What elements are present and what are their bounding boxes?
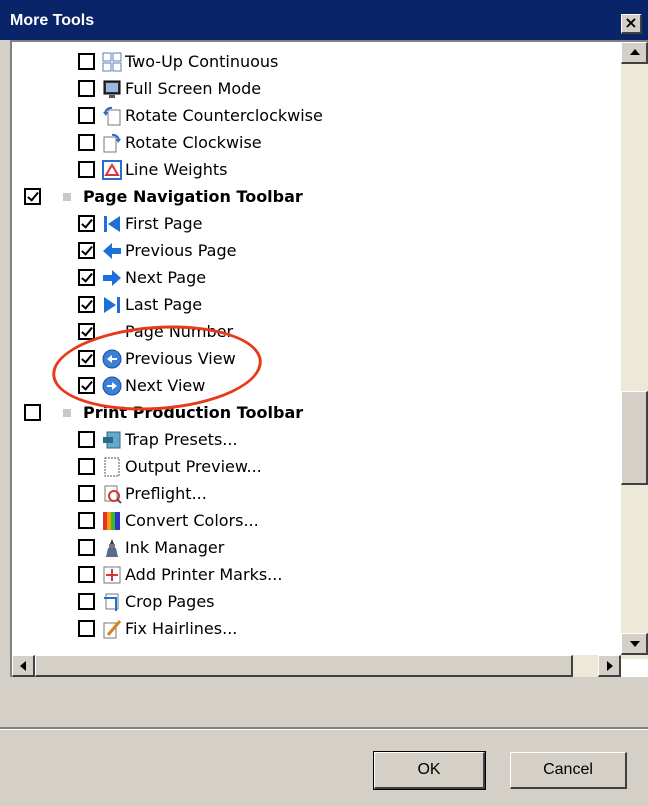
line-weights-icon xyxy=(101,159,123,181)
list-item-label: Fix Hairlines... xyxy=(125,619,238,638)
checkbox[interactable] xyxy=(78,512,95,529)
list-item-label: Previous Page xyxy=(125,241,237,260)
list-item[interactable]: Add Printer Marks... xyxy=(78,561,282,588)
output-preview-icon xyxy=(101,456,123,478)
list-item-label: Rotate Clockwise xyxy=(125,133,262,152)
ink-manager-icon xyxy=(101,537,123,559)
list-item-label: Preflight... xyxy=(125,484,207,503)
list-item[interactable]: Page Navigation Toolbar xyxy=(24,183,303,210)
list-item-label: Crop Pages xyxy=(125,592,215,611)
rotate-cw-icon xyxy=(101,132,123,154)
cancel-button[interactable]: Cancel xyxy=(510,752,627,789)
rotate-ccw-icon xyxy=(101,105,123,127)
bullet-icon xyxy=(63,408,71,417)
checkbox[interactable] xyxy=(78,593,95,610)
checkbox[interactable] xyxy=(78,269,95,286)
list-item[interactable]: Last Page xyxy=(78,291,202,318)
close-button[interactable]: × xyxy=(621,14,642,34)
checkbox[interactable] xyxy=(78,53,95,70)
checkbox[interactable] xyxy=(78,80,95,97)
list-item-label: Full Screen Mode xyxy=(125,79,262,98)
title-bar: More Tools × xyxy=(0,0,648,40)
checkbox[interactable] xyxy=(78,485,95,502)
list-item-label: Last Page xyxy=(125,295,203,314)
list-item[interactable]: Line Weights xyxy=(78,156,228,183)
list-item[interactable]: Two-Up Continuous xyxy=(78,48,278,75)
convert-colors-icon xyxy=(101,510,123,532)
checkbox[interactable] xyxy=(78,161,95,178)
list-item[interactable]: Crop Pages xyxy=(78,588,215,615)
arrow-up-icon xyxy=(630,49,640,55)
list-item[interactable]: Output Preview... xyxy=(78,453,262,480)
preflight-icon xyxy=(101,483,123,505)
list-item[interactable]: Convert Colors... xyxy=(78,507,259,534)
vertical-scroll-thumb[interactable] xyxy=(621,391,648,485)
list-item[interactable]: Full Screen Mode xyxy=(78,75,261,102)
trap-presets-icon xyxy=(101,429,123,451)
list-item[interactable]: Fix Hairlines... xyxy=(78,615,237,642)
first-page-icon xyxy=(101,213,123,235)
list-item[interactable]: Trap Presets... xyxy=(78,426,238,453)
checkbox[interactable] xyxy=(78,458,95,475)
list-item[interactable]: First Page xyxy=(78,210,203,237)
checkbox[interactable] xyxy=(78,539,95,556)
list-item-label: Two-Up Continuous xyxy=(125,52,279,71)
checkbox[interactable] xyxy=(78,431,95,448)
list-item-label: Convert Colors... xyxy=(125,511,259,530)
checkbox[interactable] xyxy=(24,404,41,421)
list-item-label: Line Weights xyxy=(125,160,228,179)
vertical-scrollbar[interactable] xyxy=(621,42,648,659)
footer-divider xyxy=(0,727,648,730)
scroll-up-button[interactable] xyxy=(621,42,648,64)
list-item-label: Output Preview... xyxy=(125,457,262,476)
list-item[interactable]: Preflight... xyxy=(78,480,207,507)
scroll-down-button[interactable] xyxy=(621,633,648,655)
arrow-right-icon xyxy=(607,661,613,671)
list-item-label: First Page xyxy=(125,214,203,233)
window-title: More Tools xyxy=(10,12,95,29)
crop-pages-icon xyxy=(101,591,123,613)
scroll-left-button[interactable] xyxy=(12,655,35,677)
checkbox[interactable] xyxy=(78,620,95,637)
full-screen-icon xyxy=(101,78,123,100)
list-item[interactable]: Previous Page xyxy=(78,237,236,264)
ok-button[interactable]: OK xyxy=(373,751,486,790)
list-item-label: Trap Presets... xyxy=(125,430,238,449)
last-page-icon xyxy=(101,294,123,316)
fix-hairlines-icon xyxy=(101,618,123,640)
arrow-down-icon xyxy=(630,641,640,647)
checkbox[interactable] xyxy=(78,107,95,124)
horizontal-scroll-thumb[interactable] xyxy=(35,655,573,677)
previous-page-icon xyxy=(101,240,123,262)
arrow-left-icon xyxy=(20,661,26,671)
checkbox[interactable] xyxy=(24,188,41,205)
printer-marks-icon xyxy=(101,564,123,586)
list-item[interactable]: Next Page xyxy=(78,264,206,291)
close-icon: × xyxy=(624,13,638,32)
list-item-label: Ink Manager xyxy=(125,538,225,557)
checkbox[interactable] xyxy=(78,134,95,151)
next-page-icon xyxy=(101,267,123,289)
checkbox[interactable] xyxy=(78,296,95,313)
list-item[interactable]: Ink Manager xyxy=(78,534,224,561)
scroll-right-button[interactable] xyxy=(598,655,621,677)
bullet-icon xyxy=(63,192,71,201)
checkbox[interactable] xyxy=(78,242,95,259)
list-item-label: Add Printer Marks... xyxy=(125,565,283,584)
checkbox[interactable] xyxy=(78,215,95,232)
list-item[interactable]: Rotate Counterclockwise xyxy=(78,102,323,129)
list-item[interactable]: Rotate Clockwise xyxy=(78,129,262,156)
list-item-label: Page Navigation Toolbar xyxy=(83,187,303,206)
list-item-label: Rotate Counterclockwise xyxy=(125,106,323,125)
list-item-label: Next Page xyxy=(125,268,207,287)
checkbox[interactable] xyxy=(78,566,95,583)
two-up-continuous-icon xyxy=(101,51,123,73)
